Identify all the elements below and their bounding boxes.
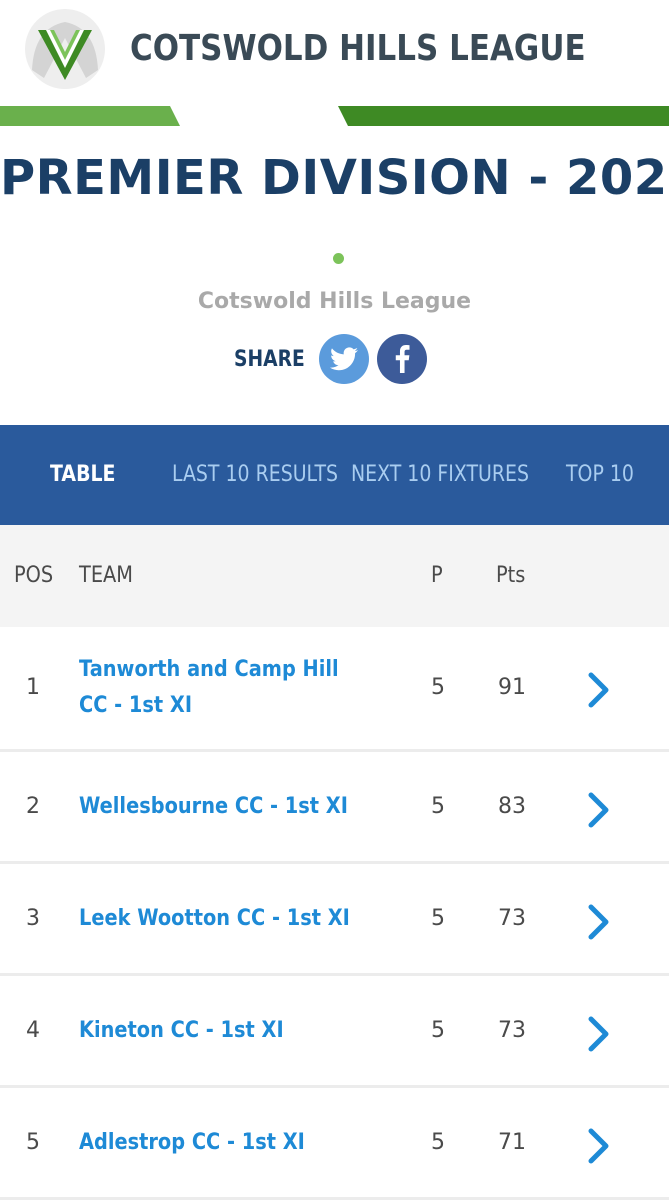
row-points: 83 [498, 794, 526, 819]
header-stripe-left [0, 106, 180, 126]
header-pos: POS [14, 563, 54, 588]
team-link[interactable]: Wellesbourne CC - 1st XI [79, 789, 361, 825]
tab-table[interactable]: TABLE [50, 425, 115, 525]
facebook-share-button[interactable] [377, 334, 428, 384]
status-dot [333, 253, 344, 264]
row-points: 71 [498, 1130, 526, 1155]
header-stripe-right [338, 106, 669, 126]
table-row[interactable]: 5 Adlestrop CC - 1st XI 5 71 [0, 1088, 669, 1200]
facebook-icon [396, 345, 410, 373]
row-points: 73 [498, 906, 526, 931]
page-title: PREMIER DIVISION - 2025 [0, 150, 669, 206]
chevron-right-icon[interactable] [586, 904, 612, 940]
team-link[interactable]: Kineton CC - 1st XI [79, 1013, 361, 1049]
row-played: 5 [431, 906, 445, 931]
table-row[interactable]: 1 Tanworth and Camp Hill CC - 1st XI 5 9… [0, 627, 669, 752]
row-pos: 2 [26, 794, 40, 819]
team-link[interactable]: Tanworth and Camp Hill CC - 1st XI [79, 652, 361, 724]
site-header: COTSWOLD HILLS LEAGUE [0, 0, 669, 104]
table-row[interactable]: 2 Wellesbourne CC - 1st XI 5 83 [0, 752, 669, 864]
page-subtitle: Cotswold Hills League [197, 289, 472, 314]
header-team: TEAM [79, 563, 134, 588]
chevron-right-icon[interactable] [586, 792, 612, 828]
league-logo[interactable] [24, 8, 106, 90]
row-pos: 1 [26, 675, 40, 700]
header-pts: Pts [496, 563, 526, 588]
tab-last-10-results[interactable]: LAST 10 RESULTS [172, 425, 338, 525]
share-label: SHARE [234, 346, 305, 372]
row-played: 5 [431, 1130, 445, 1155]
row-pos: 3 [26, 906, 40, 931]
twitter-icon [330, 347, 359, 371]
tab-next-10-fixtures[interactable]: NEXT 10 FIXTURES [351, 425, 529, 525]
row-played: 5 [431, 1018, 445, 1043]
row-points: 73 [498, 1018, 526, 1043]
row-played: 5 [431, 675, 445, 700]
twitter-share-button[interactable] [319, 334, 370, 384]
table-header: POS TEAM P Pts [0, 525, 669, 627]
chevron-right-icon[interactable] [586, 1016, 612, 1052]
tab-top-10[interactable]: TOP 10 [566, 425, 634, 525]
team-link[interactable]: Leek Wootton CC - 1st XI [79, 901, 361, 937]
share-bar: SHARE [234, 334, 428, 384]
table-row[interactable]: 4 Kineton CC - 1st XI 5 73 [0, 976, 669, 1088]
row-pos: 5 [26, 1130, 40, 1155]
chevron-right-icon[interactable] [586, 1128, 612, 1164]
header-p: P [431, 563, 443, 588]
row-points: 91 [498, 675, 526, 700]
table-row[interactable]: 3 Leek Wootton CC - 1st XI 5 73 [0, 864, 669, 976]
tab-bar: TABLE LAST 10 RESULTS NEXT 10 FIXTURES T… [0, 425, 669, 525]
chevron-right-icon[interactable] [586, 672, 612, 708]
row-played: 5 [431, 794, 445, 819]
row-pos: 4 [26, 1018, 40, 1043]
league-name[interactable]: COTSWOLD HILLS LEAGUE [130, 28, 586, 69]
team-link[interactable]: Adlestrop CC - 1st XI [79, 1125, 361, 1161]
